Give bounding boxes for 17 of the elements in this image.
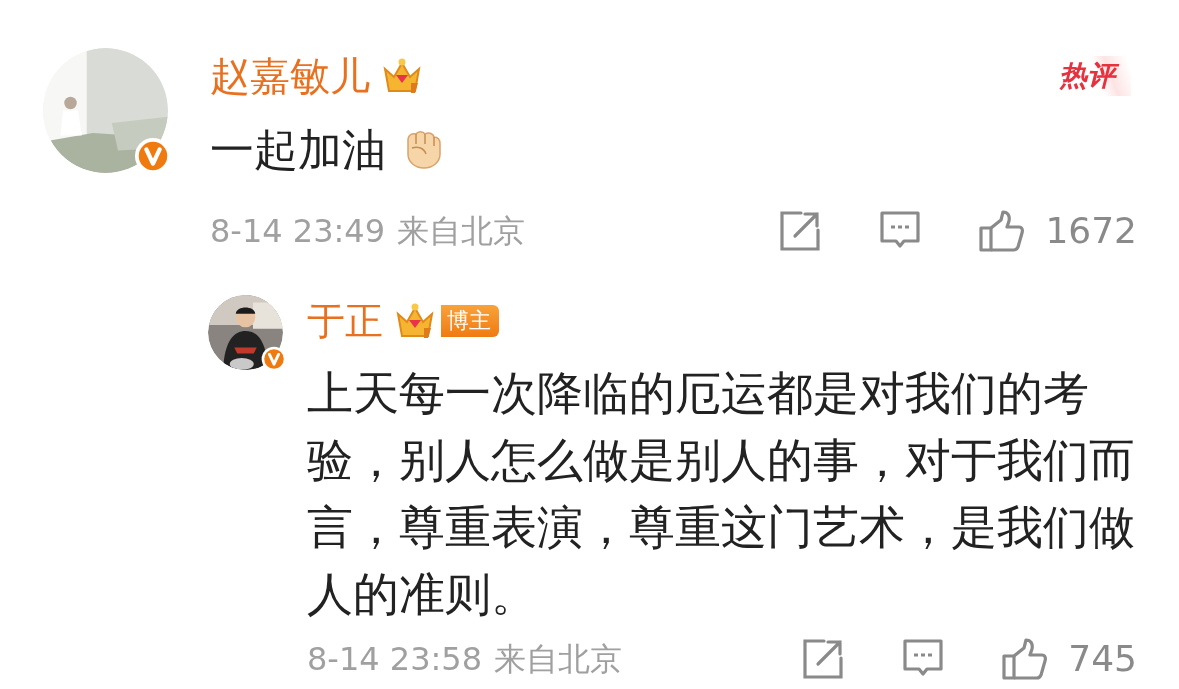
thumbs-up-icon[interactable] <box>1002 638 1049 680</box>
crown-icon <box>395 302 435 340</box>
crown-icon <box>382 57 422 95</box>
timestamp: 8-14 23:49 <box>210 211 385 251</box>
share-icon[interactable] <box>802 638 845 680</box>
location-text: 来自北京 <box>397 211 525 251</box>
like-count: 1672 <box>1045 211 1137 251</box>
location-text: 来自北京 <box>494 639 622 679</box>
username[interactable]: 赵嘉敏儿 <box>210 48 370 104</box>
role-badge: 博主 <box>441 305 499 337</box>
comment-text: 一起加油 <box>210 123 386 177</box>
like-count: 745 <box>1068 639 1137 679</box>
timestamp: 8-14 23:58 <box>307 639 482 679</box>
share-icon[interactable] <box>779 210 822 252</box>
thumbs-up-icon[interactable] <box>979 210 1026 252</box>
username[interactable]: 于正 <box>307 295 383 347</box>
comment-text: 上天每一次降临的厄运都是对我们的考验，别人怎么做是别人的事，对于我们而言，尊重表演，尊重这门艺术，是我们做人的准则。 <box>307 366 1136 623</box>
